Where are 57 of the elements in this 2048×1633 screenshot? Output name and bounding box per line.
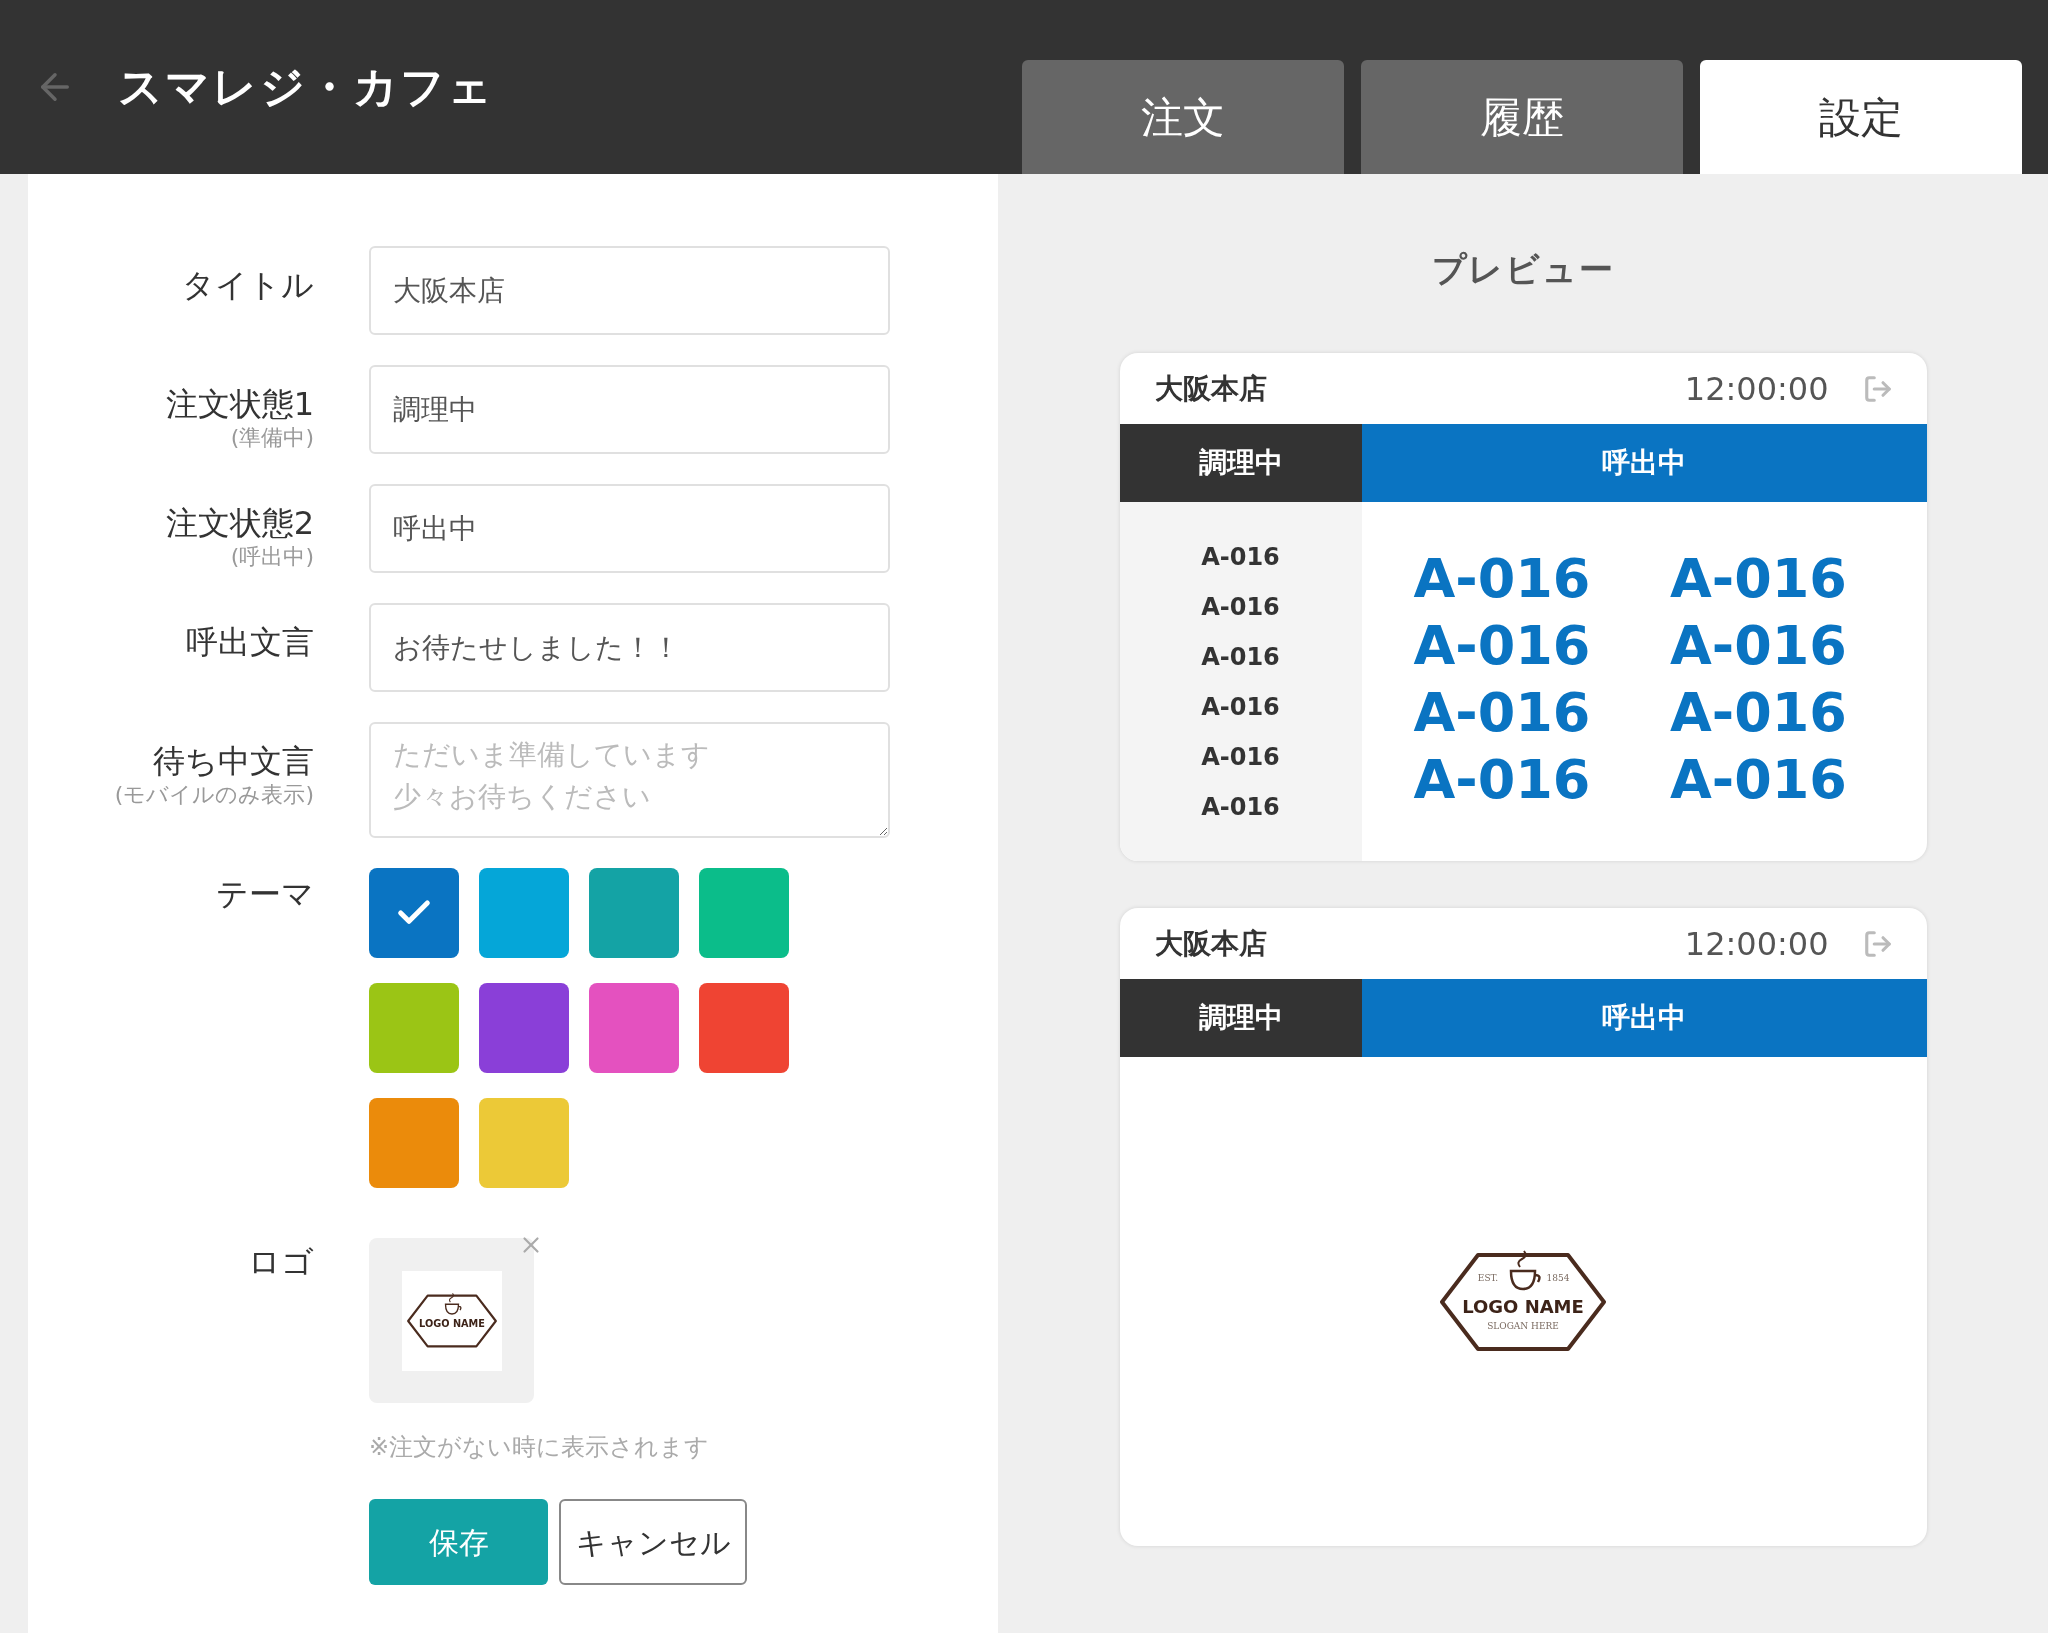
field-label: 注文状態2 <box>165 504 314 542</box>
order-number: A-016 <box>1201 642 1280 672</box>
theme-swatch[interactable] <box>589 983 679 1073</box>
called-number: A-016 <box>1670 681 1848 745</box>
field-label: テーマ <box>216 874 314 915</box>
status-header: 調理中 <box>1119 979 1362 1057</box>
logo-note: ※注文がない時に表示されます <box>369 1432 711 1463</box>
store-name: 大阪本店 <box>1154 370 1268 407</box>
theme-swatch[interactable] <box>369 1098 459 1188</box>
called-number: A-016 <box>1413 614 1592 678</box>
textarea-field[interactable]: ただいま準備しています少々お待ちください <box>369 722 890 838</box>
theme-swatch[interactable] <box>369 868 459 958</box>
status-header: 呼出中 <box>1361 979 1927 1057</box>
clock-time: 12:00:00 <box>1684 368 1829 410</box>
text-field[interactable]: お待たせしました！！ <box>369 603 890 692</box>
clock-time: 12:00:00 <box>1684 923 1829 965</box>
order-number: A-016 <box>1201 792 1280 822</box>
theme-swatch[interactable] <box>369 983 459 1073</box>
theme-swatch[interactable] <box>479 1098 569 1188</box>
order-number: A-016 <box>1201 692 1280 722</box>
theme-swatch[interactable] <box>699 868 789 958</box>
called-number: A-016 <box>1670 614 1848 678</box>
nav-tab[interactable]: 注文 <box>1022 60 1344 174</box>
theme-swatch[interactable] <box>479 868 569 958</box>
theme-swatch[interactable] <box>699 983 789 1073</box>
nav-tab[interactable]: 設定 <box>1700 60 2022 174</box>
exit-icon[interactable] <box>1862 373 1893 404</box>
field-label: タイトル <box>182 266 314 304</box>
theme-swatch[interactable] <box>479 983 569 1073</box>
called-number: A-016 <box>1413 547 1592 611</box>
field-label: 呼出文言 <box>186 623 314 661</box>
theme-swatch[interactable] <box>589 868 679 958</box>
logo-drawing: LOGO NAME <box>405 1290 498 1351</box>
field-label: 注文状態1 <box>165 385 314 423</box>
field-sublabel: (呼出中) <box>230 543 314 571</box>
called-number: A-016 <box>1413 681 1592 745</box>
called-number: A-016 <box>1670 547 1848 611</box>
store-name: 大阪本店 <box>1154 925 1268 962</box>
field-sublabel: (準備中) <box>230 424 314 452</box>
order-number: A-016 <box>1201 542 1280 572</box>
field-label: 待ち中文言 <box>153 742 314 780</box>
called-number: A-016 <box>1670 748 1848 812</box>
field-sublabel: (モバイルのみ表示) <box>114 781 314 809</box>
exit-icon[interactable] <box>1862 928 1893 959</box>
text-field[interactable]: 呼出中 <box>369 484 890 573</box>
status-header: 調理中 <box>1119 424 1362 502</box>
nav-tab[interactable]: 履歴 <box>1361 60 1683 174</box>
order-number: A-016 <box>1201 742 1280 772</box>
cancel-button[interactable]: キャンセル <box>559 1499 747 1585</box>
field-label: ロゴ <box>248 1242 314 1283</box>
preview-title: プレビュー <box>1431 248 1615 291</box>
text-field[interactable]: 大阪本店 <box>369 246 890 335</box>
text-field[interactable]: 調理中 <box>369 365 890 454</box>
app-title: スマレジ・カフェ <box>118 60 495 114</box>
order-number: A-016 <box>1201 592 1280 622</box>
status-header: 呼出中 <box>1361 424 1927 502</box>
called-number: A-016 <box>1413 748 1592 812</box>
